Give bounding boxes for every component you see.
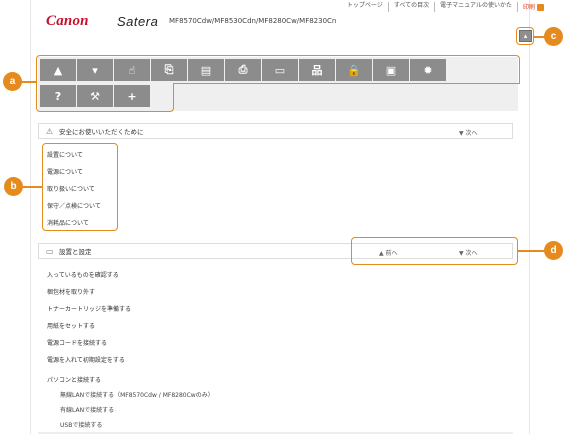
callout-d: d: [544, 241, 563, 260]
setup-sublink-wireless[interactable]: 無線LANで接続する（MF8570Cdw / MF8280Cwのみ）: [60, 390, 214, 399]
top-link-contents[interactable]: すべての目次: [387, 2, 434, 12]
safety-link-maintenance[interactable]: 保守／点検について: [47, 201, 101, 210]
setup-link-contents[interactable]: 入っているものを確認する: [47, 270, 119, 279]
callout-c-box: [516, 27, 534, 45]
setup-link-packing[interactable]: 梱包材を取り外す: [47, 287, 95, 296]
callout-d-connector: [518, 250, 544, 252]
model-names: MF8570Cdw/MF8530Cdn/MF8280Cw/MF8230Cn: [169, 17, 337, 25]
section-safety-title: 安全にお使いいただくために: [59, 128, 144, 136]
callout-a-box-top: [36, 55, 520, 84]
safety-link-install[interactable]: 設置について: [47, 150, 83, 159]
safety-next-label: 次へ: [465, 130, 478, 137]
callout-a: a: [3, 72, 22, 91]
print-link[interactable]: 印刷: [516, 2, 549, 12]
setup-link-initial-settings[interactable]: 電源を入れて初期設定をする: [47, 355, 125, 364]
safety-link-consumables[interactable]: 消耗品について: [47, 218, 89, 227]
series-logo: Satera: [117, 14, 159, 29]
top-links: トップページ すべての目次 電子マニュアルの使いかた 印刷: [342, 0, 549, 12]
setup-link-power-cord[interactable]: 電源コードを接続する: [47, 338, 107, 347]
safety-next-link[interactable]: ▼ 次へ: [459, 128, 478, 137]
printer-setup-icon: ▭: [46, 247, 54, 256]
callout-b: b: [4, 177, 23, 196]
triangle-down-icon: ▼: [459, 130, 464, 137]
top-link-home[interactable]: トップページ: [342, 2, 388, 12]
setup-sublink-wired[interactable]: 有線LANで接続する: [60, 405, 114, 414]
callout-a-box-bottom: [36, 83, 174, 112]
setup-sublink-usb[interactable]: USBで接続する: [60, 420, 102, 429]
setup-link-toner[interactable]: トナーカートリッジを準備する: [47, 304, 131, 313]
section-safety-header: ⚠ 安全にお使いいただくために ▼ 次へ: [38, 123, 513, 139]
callout-d-box: [351, 237, 518, 265]
print-label: 印刷: [522, 4, 535, 11]
setup-link-computer[interactable]: パソコンと接続する: [47, 375, 101, 384]
print-icon: [537, 3, 544, 11]
top-link-howto[interactable]: 電子マニュアルの使いかた: [434, 2, 517, 12]
safety-link-handling[interactable]: 取り扱いについて: [47, 184, 95, 193]
callout-a-box-mid: [173, 83, 520, 84]
callout-c: c: [544, 27, 563, 46]
callout-b-connector: [20, 186, 43, 188]
warning-icon: ⚠: [46, 127, 54, 136]
safety-link-power[interactable]: 電源について: [47, 167, 83, 176]
setup-link-paper[interactable]: 用紙をセットする: [47, 321, 95, 330]
brand-logo: Canon: [46, 13, 89, 29]
